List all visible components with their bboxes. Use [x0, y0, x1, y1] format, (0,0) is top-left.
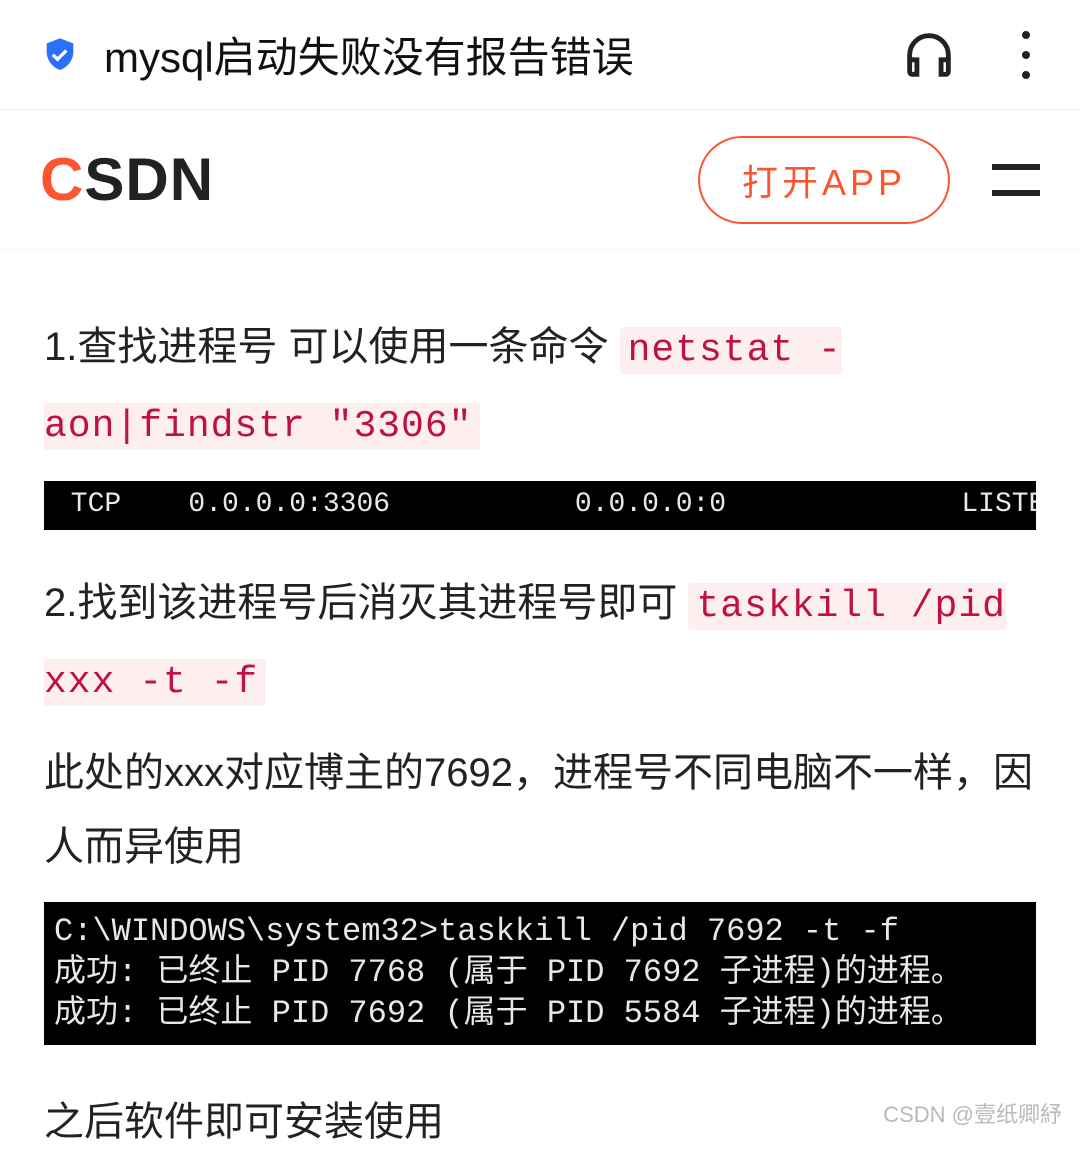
kebab-menu-icon[interactable] — [1022, 31, 1030, 79]
page-title: mysql启动失败没有报告错误 — [104, 24, 876, 85]
p2-text: 2.找到该进程号后消灭其进程号即可 — [44, 581, 688, 625]
logo-rest: SDN — [84, 146, 214, 213]
headphones-icon[interactable] — [900, 26, 958, 84]
open-app-button[interactable]: 打开APP — [698, 136, 950, 224]
terminal-output-1: TCP 0.0.0.0:3306 0.0.0.0:0 LISTENING 769… — [44, 481, 1036, 530]
hamburger-menu-icon[interactable] — [992, 164, 1040, 196]
site-header: CSDN 打开APP — [0, 110, 1080, 250]
terminal-output-2: C:\WINDOWS\system32>taskkill /pid 7692 -… — [44, 902, 1036, 1045]
browser-topbar: mysql启动失败没有报告错误 — [0, 0, 1080, 110]
csdn-logo[interactable]: CSDN — [40, 145, 214, 214]
paragraph-1: 1.查找进程号 可以使用一条命令 netstat -aon|findstr "3… — [44, 310, 1036, 463]
article-body: 1.查找进程号 可以使用一条命令 netstat -aon|findstr "3… — [0, 250, 1080, 1159]
paragraph-2: 2.找到该进程号后消灭其进程号即可 taskkill /pid xxx -t -… — [44, 566, 1036, 719]
watermark: CSDN @壹纸卿紓 — [883, 1097, 1062, 1129]
shield-check-icon — [40, 33, 80, 77]
p1-text: 1.查找进程号 可以使用一条命令 — [44, 325, 620, 369]
paragraph-2-post: 此处的xxx对应博主的7692，进程号不同电脑不一样，因人而异使用 — [44, 736, 1036, 884]
logo-letter-c: C — [40, 146, 84, 213]
